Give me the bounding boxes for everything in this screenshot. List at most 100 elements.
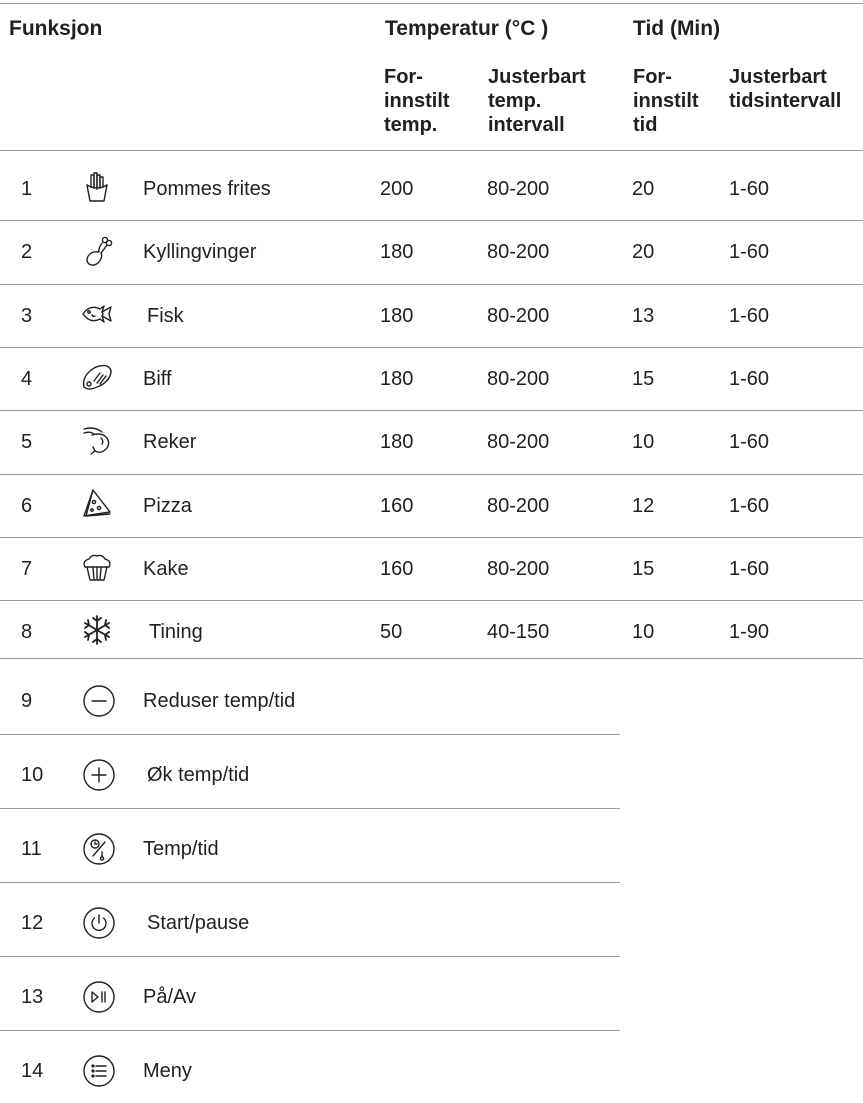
row-preset-temp: 50	[380, 621, 403, 643]
row-preset-temp: 180	[380, 305, 414, 327]
control-rule	[0, 956, 620, 957]
row-rule	[0, 347, 863, 348]
row-rule	[0, 658, 863, 659]
row-number: 1	[21, 178, 33, 200]
top-rule	[0, 3, 863, 4]
row-temp-range: 80-200	[487, 431, 550, 453]
row-time-range: 1-60	[729, 431, 770, 453]
row-number: 2	[21, 241, 33, 263]
row-preset-time: 12	[632, 495, 655, 517]
row-time-range: 1-90	[729, 621, 770, 643]
row-preset-temp: 200	[380, 178, 414, 200]
row-temp-range: 80-200	[487, 305, 550, 327]
row-time-range: 1-60	[729, 558, 770, 580]
row-preset-temp: 160	[380, 495, 414, 517]
row-preset-time: 15	[632, 368, 655, 390]
row-preset-time: 10	[632, 431, 655, 453]
header-time-preset-line: innstilt	[633, 90, 699, 112]
control-rule	[0, 734, 620, 735]
control-number: 12	[21, 912, 44, 934]
control-number: 10	[21, 764, 44, 786]
shrimp-icon	[80, 423, 114, 457]
row-rule	[0, 410, 863, 411]
header-temp-range: Justerbart temp. intervall	[488, 65, 586, 137]
row-rule	[0, 537, 863, 538]
header-temp-preset-line: For-	[384, 66, 423, 88]
control-label: Start/pause	[147, 912, 250, 934]
control-label: Meny	[143, 1060, 192, 1082]
header-temp-preset-line: temp.	[384, 114, 438, 136]
row-label: Kyllingvinger	[143, 241, 257, 263]
control-label: På/Av	[143, 986, 196, 1008]
row-label: Biff	[143, 368, 172, 390]
row-number: 8	[21, 621, 33, 643]
row-time-range: 1-60	[729, 305, 770, 327]
row-time-range: 1-60	[729, 241, 770, 263]
control-rule	[0, 808, 620, 809]
row-preset-time: 20	[632, 178, 655, 200]
control-number: 9	[21, 690, 33, 712]
header-temp-preset-line: innstilt	[384, 90, 450, 112]
row-label: Kake	[143, 558, 189, 580]
row-temp-range: 80-200	[487, 178, 550, 200]
row-number: 5	[21, 431, 33, 453]
header-time-preset-line: For-	[633, 66, 672, 88]
header-temperatur: Temperatur (°C )	[385, 17, 549, 40]
header-temp-preset: For- innstilt temp.	[384, 65, 450, 137]
control-label: Øk temp/tid	[147, 764, 250, 786]
row-number: 3	[21, 305, 33, 327]
header-time-preset: For- innstilt tid	[633, 65, 699, 137]
row-label: Pizza	[143, 495, 192, 517]
steak-icon	[80, 360, 114, 394]
control-number: 11	[21, 838, 42, 860]
header-time-preset-line: tid	[633, 114, 658, 136]
row-label: Tining	[149, 621, 203, 643]
row-rule	[0, 600, 863, 601]
fries-icon	[80, 170, 114, 204]
row-rule	[0, 284, 863, 285]
row-temp-range: 80-200	[487, 495, 550, 517]
header-tid: Tid (Min)	[633, 17, 721, 40]
plus-icon	[82, 758, 116, 792]
snowflake-icon	[80, 613, 114, 647]
header-funksjon: Funksjon	[9, 17, 103, 40]
header-time-range-line: Justerbart	[729, 66, 827, 88]
row-temp-range: 80-200	[487, 368, 550, 390]
row-preset-temp: 180	[380, 431, 414, 453]
row-rule	[0, 220, 863, 221]
row-time-range: 1-60	[729, 368, 770, 390]
row-time-range: 1-60	[729, 495, 770, 517]
header-time-range-line: tidsintervall	[729, 90, 842, 112]
control-label: Temp/tid	[143, 838, 219, 860]
row-temp-range: 40-150	[487, 621, 550, 643]
control-rule	[0, 882, 620, 883]
chicken-wing-icon	[80, 233, 114, 267]
row-preset-temp: 180	[380, 241, 414, 263]
cake-icon	[80, 550, 114, 584]
menu-icon	[82, 1054, 116, 1088]
control-number: 14	[21, 1060, 44, 1082]
header-temp-range-line: Justerbart	[488, 66, 586, 88]
row-preset-time: 15	[632, 558, 655, 580]
power-icon	[82, 906, 116, 940]
minus-icon	[82, 684, 116, 718]
row-rule	[0, 474, 863, 475]
row-preset-time: 10	[632, 621, 655, 643]
row-preset-time: 20	[632, 241, 655, 263]
row-time-range: 1-60	[729, 178, 770, 200]
header-temp-range-line: intervall	[488, 114, 565, 136]
row-temp-range: 80-200	[487, 241, 550, 263]
play-pause-icon	[82, 980, 116, 1014]
row-preset-temp: 180	[380, 368, 414, 390]
row-number: 4	[21, 368, 33, 390]
control-rule	[0, 1030, 620, 1031]
fish-icon	[80, 297, 114, 331]
row-number: 6	[21, 495, 33, 517]
control-number: 13	[21, 986, 44, 1008]
row-number: 7	[21, 558, 33, 580]
pizza-icon	[80, 487, 114, 521]
temp-time-icon	[82, 832, 116, 866]
header-temp-range-line: temp.	[488, 90, 542, 112]
control-label: Reduser temp/tid	[143, 690, 296, 712]
row-label: Pommes frites	[143, 178, 271, 200]
